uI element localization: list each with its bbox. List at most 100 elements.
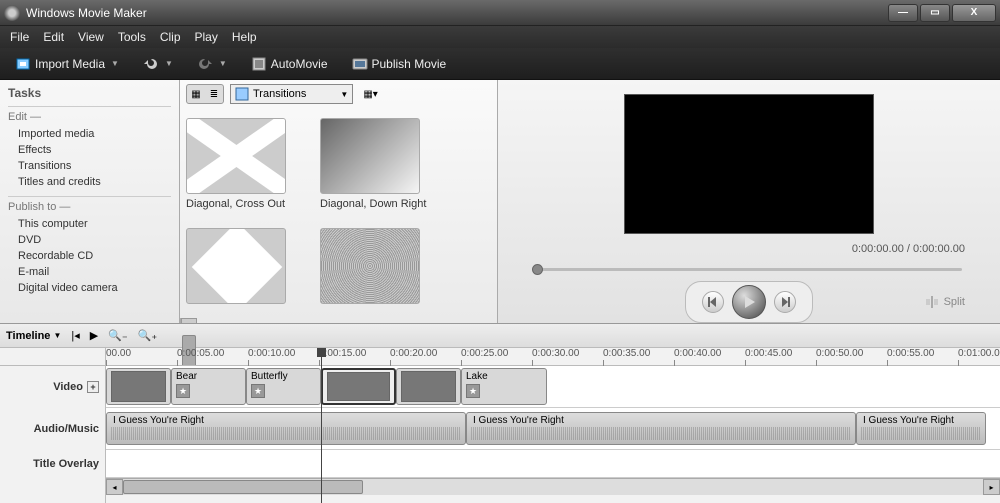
video-clip[interactable] [106, 368, 171, 405]
collection-item[interactable] [320, 228, 440, 308]
video-clip[interactable] [321, 368, 396, 405]
playhead[interactable] [321, 348, 322, 503]
task-link[interactable]: Imported media [8, 126, 171, 142]
ruler-tick: 0:00:15.00 [319, 348, 366, 359]
redo-button[interactable]: ▼ [190, 53, 234, 75]
toolbar: Import Media ▼ ▼ ▼ AutoMovie Publish Mov… [0, 48, 1000, 80]
video-track-label: Video+ [0, 366, 105, 408]
timecode: 0:00:00.00 / 0:00:00.00 [852, 243, 965, 255]
undo-icon [143, 56, 159, 72]
publish-label: Publish Movie [372, 57, 447, 71]
menu-play[interactable]: Play [195, 30, 218, 44]
title-track-label: Title Overlay [0, 450, 105, 478]
options-icon: ▦▾ [363, 89, 377, 100]
transition-thumb [320, 228, 420, 304]
audio-track-label: Audio/Music [0, 408, 105, 450]
play-timeline-button[interactable]: ▶ [90, 329, 98, 342]
seek-bar[interactable] [536, 264, 962, 275]
publish-icon [352, 56, 368, 72]
scroll-right-button[interactable]: ▸ [983, 479, 1000, 495]
ruler-tick: 0:00:55.00 [887, 348, 934, 359]
audio-track[interactable]: I Guess You're RightI Guess You're Right… [106, 408, 1000, 450]
video-clip[interactable]: Bear ★ [171, 368, 246, 405]
collection-body: Diagonal, Cross Out Diagonal, Down Right [180, 108, 497, 318]
title-overlay-track[interactable] [106, 450, 1000, 478]
collection-item-label: Diagonal, Cross Out [186, 198, 306, 210]
task-link[interactable]: Digital video camera [8, 280, 171, 296]
audio-clip[interactable]: I Guess You're Right [856, 412, 986, 445]
ruler-tick: 0:00:05.00 [177, 348, 224, 359]
titlebar: Windows Movie Maker — ▭ X [0, 0, 1000, 26]
effect-icon: ★ [176, 384, 190, 398]
clip-label: Butterfly [251, 371, 288, 382]
prev-frame-button[interactable] [702, 291, 724, 313]
hscroll-thumb[interactable] [123, 480, 363, 494]
task-link[interactable]: This computer [8, 216, 171, 232]
collection-item[interactable]: Diagonal, Cross Out [186, 118, 306, 210]
timeline-hscrollbar[interactable]: ◂ ▸ [106, 478, 1000, 495]
timeline-mode-button[interactable]: Timeline▼ [6, 330, 61, 342]
collection-dropdown[interactable]: Transitions ▼ [230, 84, 353, 104]
transition-thumb [186, 228, 286, 304]
clip-thumb [327, 372, 390, 401]
video-track[interactable]: Bear ★ Butterfly★ Lake ★ [106, 366, 1000, 408]
menu-view[interactable]: View [78, 30, 104, 44]
collection-pane: ▦ ≣ Transitions ▼ ▦▾ Diagonal, Cross Out… [180, 80, 498, 323]
maximize-button[interactable]: ▭ [920, 4, 950, 22]
menu-edit[interactable]: Edit [43, 30, 64, 44]
ruler-tick: 0:00:10.00 [248, 348, 295, 359]
details-view-icon[interactable]: ≣ [205, 85, 223, 103]
collection-item[interactable]: Diagonal, Down Right [320, 118, 440, 210]
minimize-button[interactable]: — [888, 4, 918, 22]
timeline-ruler[interactable]: 00.00 0:00:05.00 0:00:10.00 0:00:15.00 0:00:… [106, 348, 1000, 366]
seek-handle[interactable] [532, 264, 543, 275]
menu-file[interactable]: File [10, 30, 29, 44]
close-button[interactable]: X [952, 4, 996, 22]
audio-clip[interactable]: I Guess You're Right [466, 412, 856, 445]
split-icon [925, 295, 939, 309]
menu-tools[interactable]: Tools [118, 30, 146, 44]
task-link[interactable]: E-mail [8, 264, 171, 280]
ruler-tick: 0:00:35.00 [603, 348, 650, 359]
timeline-toolbar: Timeline▼ |◂ ▶ 🔍₋ 🔍₊ [0, 324, 1000, 348]
publish-movie-button[interactable]: Publish Movie [345, 53, 454, 75]
audio-clip[interactable]: I Guess You're Right [106, 412, 466, 445]
video-clip[interactable] [396, 368, 461, 405]
task-link[interactable]: Recordable CD [8, 248, 171, 264]
menu-help[interactable]: Help [232, 30, 257, 44]
rewind-button[interactable]: |◂ [71, 329, 79, 342]
video-clip[interactable]: Lake ★ [461, 368, 547, 405]
zoom-out-button[interactable]: 🔍₋ [108, 329, 128, 342]
task-link[interactable]: Effects [8, 142, 171, 158]
import-label: Import Media [35, 57, 105, 71]
undo-button[interactable]: ▼ [136, 53, 180, 75]
play-icon [742, 295, 756, 309]
scroll-left-button[interactable]: ◂ [106, 479, 123, 495]
video-clip[interactable]: Butterfly★ [246, 368, 321, 405]
tasks-pane: Tasks Edit —Imported mediaEffectsTransit… [0, 80, 180, 323]
collection-options-button[interactable]: ▦▾ [359, 88, 381, 101]
task-link[interactable]: Transitions [8, 158, 171, 174]
split-button[interactable]: Split [925, 295, 965, 309]
menu-clip[interactable]: Clip [160, 30, 181, 44]
zoom-in-button[interactable]: 🔍₊ [138, 329, 158, 342]
automovie-button[interactable]: AutoMovie [244, 53, 335, 75]
play-button[interactable] [732, 285, 766, 319]
ruler-tick: 0:01:00.00 [958, 348, 1000, 359]
view-toggle[interactable]: ▦ ≣ [186, 84, 224, 104]
thumbnail-view-icon[interactable]: ▦ [187, 85, 205, 103]
transition-thumb [320, 118, 420, 194]
task-link[interactable]: Titles and credits [8, 174, 171, 190]
clip-label: Bear [176, 371, 197, 382]
ruler-tick: 00.00 [106, 348, 131, 359]
task-link[interactable]: DVD [8, 232, 171, 248]
effect-icon: ★ [466, 384, 480, 398]
expand-video-button[interactable]: + [87, 381, 99, 393]
clip-thumb [401, 371, 456, 402]
import-media-button[interactable]: Import Media ▼ [8, 53, 126, 75]
clip-label: Lake [466, 371, 488, 382]
next-frame-button[interactable] [774, 291, 796, 313]
ruler-tick: 0:00:25.00 [461, 348, 508, 359]
automovie-icon [251, 56, 267, 72]
collection-item[interactable] [186, 228, 306, 308]
